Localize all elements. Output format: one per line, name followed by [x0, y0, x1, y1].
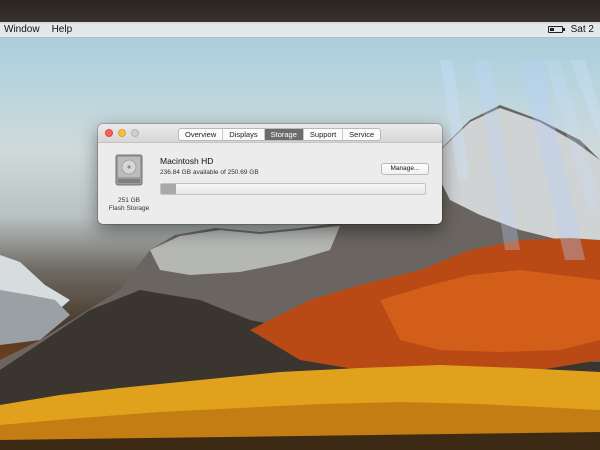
tab-overview[interactable]: Overview — [179, 129, 224, 140]
menu-help[interactable]: Help — [46, 24, 79, 35]
tab-displays[interactable]: Displays — [223, 129, 265, 140]
menu-clock[interactable]: Sat 2 — [571, 24, 594, 35]
desktop-wallpaper — [0, 0, 600, 450]
zoom-button[interactable] — [131, 129, 139, 137]
window-controls — [105, 129, 139, 137]
tab-bar: Overview Displays Storage Support Servic… — [178, 128, 382, 141]
tab-service[interactable]: Service — [343, 129, 380, 140]
drive-capacity: 251 GB — [117, 197, 141, 204]
battery-icon[interactable] — [547, 26, 565, 33]
menu-bar: Window Help Sat 2 — [0, 22, 600, 38]
storage-usage-bar — [160, 183, 426, 195]
menu-window[interactable]: Window — [0, 24, 46, 35]
minimize-button[interactable] — [118, 129, 126, 137]
storage-panel: 251 GB Flash Storage Macintosh HD 236.84… — [98, 143, 442, 223]
manage-button[interactable]: Manage... — [381, 163, 429, 175]
window-titlebar[interactable]: Overview Displays Storage Support Servic… — [98, 124, 442, 143]
close-button[interactable] — [105, 129, 113, 137]
menu-extras: Sat 2 — [547, 24, 600, 35]
storage-used-segment — [161, 184, 176, 194]
screen-bezel — [0, 0, 600, 24]
hard-drive-icon — [115, 154, 143, 186]
tab-support[interactable]: Support — [304, 129, 344, 140]
wallpaper-mountain — [0, 105, 600, 450]
disk-availability: 236.84 GB available of 250.69 GB — [160, 169, 259, 176]
about-this-mac-window: Overview Displays Storage Support Servic… — [98, 124, 442, 224]
tab-storage[interactable]: Storage — [264, 129, 304, 140]
drive-type: Flash Storage — [108, 205, 150, 212]
disk-name: Macintosh HD — [160, 156, 214, 166]
